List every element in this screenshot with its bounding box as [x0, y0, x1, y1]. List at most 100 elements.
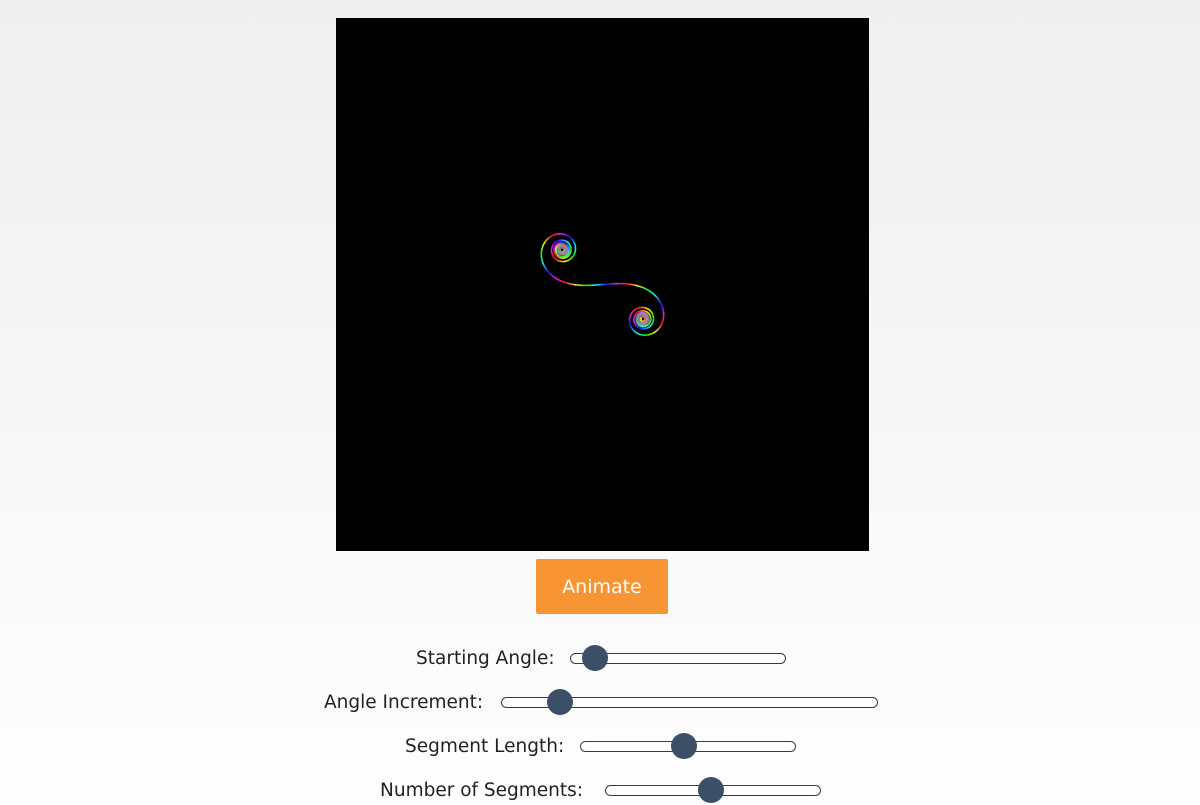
spiral-segment: [635, 321, 638, 324]
spiral-segment: [634, 313, 637, 316]
spiral-segment: [636, 326, 639, 329]
spiral-segment: [647, 326, 650, 329]
drawing-canvas: [336, 18, 869, 551]
spiral-segment: [640, 319, 643, 322]
spiral-segment: [557, 242, 560, 245]
starting-angle-slider-thumb[interactable]: [582, 645, 609, 671]
spiral-segment: [566, 255, 569, 258]
spiral-segment: [553, 276, 556, 279]
spiral-segment: [646, 311, 649, 314]
segment-length-slider-thumb[interactable]: [670, 733, 697, 759]
spiral-segment: [635, 324, 638, 327]
spiral-segment: [565, 240, 567, 243]
spiral-segment: [647, 312, 650, 315]
number-of-segments-slider[interactable]: [605, 777, 821, 803]
spiral-segment: [568, 235, 571, 238]
spiral-segment: [645, 324, 648, 327]
spiral-segment: [543, 264, 546, 267]
spiral-segment: [650, 311, 653, 314]
spiral-segments: [540, 233, 665, 336]
spiral-segment: [633, 314, 636, 317]
spiral-segment: [636, 311, 639, 314]
spiral-segment: [649, 325, 652, 328]
spiral-segment: [566, 243, 569, 246]
spiral-segment: [657, 328, 660, 331]
spiral-segment: [556, 278, 559, 281]
spiral-segment: [656, 329, 659, 332]
spiral-segment: [542, 243, 545, 246]
spiral-segment: [660, 324, 663, 327]
spiral-segment: [557, 243, 560, 246]
spiral-segment: [572, 254, 575, 257]
spiral-segment: [646, 324, 649, 327]
spiral-segment: [648, 313, 651, 316]
number-of-segments-slider-thumb[interactable]: [697, 777, 724, 803]
spiral-segment: [544, 266, 547, 269]
spiral-segment: [652, 331, 655, 334]
spiral-segment: [634, 308, 637, 311]
spiral-segment: [645, 288, 648, 291]
spiral-segment: [636, 325, 638, 328]
spiral-drawing: [540, 233, 665, 336]
spiral-segment: [568, 243, 571, 246]
spiral-segment: [555, 245, 558, 248]
spiral-segment: [568, 253, 571, 256]
angle-increment-label: Angle Increment:: [324, 692, 484, 713]
angle-increment-slider[interactable]: [501, 689, 878, 715]
spiral-segment: [549, 273, 552, 276]
spiral-segment: [566, 253, 569, 256]
spiral-segment: [634, 331, 637, 334]
spiral-segment: [631, 327, 634, 330]
spiral-segment: [553, 242, 556, 245]
spiral-segment: [652, 293, 655, 296]
spiral-segment: [554, 241, 557, 244]
spiral-segment: [643, 319, 646, 321]
starting-angle-slider[interactable]: [570, 645, 786, 671]
spiral-segment: [647, 311, 650, 314]
spiral-segment: [650, 323, 653, 326]
spiral-segment: [566, 255, 568, 258]
spiral-segment: [557, 278, 560, 281]
spiral-segment: [657, 298, 660, 301]
spiral-segment: [646, 288, 649, 291]
spiral-segment: [546, 237, 549, 240]
spiral-segment: [644, 287, 647, 290]
spiral-segment: [547, 271, 550, 274]
spiral-segment: [633, 330, 636, 333]
segment-length-label: Segment Length:: [405, 736, 565, 757]
spiral-segment: [554, 253, 557, 256]
spiral-segment: [551, 274, 554, 277]
spiral-segment: [555, 255, 558, 258]
spiral-segment: [554, 257, 557, 260]
spiral-segment: [658, 326, 661, 329]
spiral-segment: [550, 235, 553, 238]
spiral-segment: [648, 325, 651, 328]
segment-length-slider[interactable]: [580, 733, 796, 759]
spiral-segment: [651, 332, 654, 335]
spiral-segment: [547, 270, 550, 273]
spiral-segment: [544, 267, 547, 270]
spiral-segment: [566, 234, 569, 237]
spiral-segment: [634, 323, 637, 326]
spiral-segment: [569, 252, 572, 255]
spiral-segment: [564, 254, 567, 257]
spiral-segment: [649, 324, 652, 327]
spiral-segment: [647, 289, 650, 292]
spiral-segment: [555, 240, 558, 243]
spiral-segment: [549, 235, 552, 238]
spiral-segment: [557, 254, 560, 257]
spiral-segment: [565, 254, 568, 257]
spiral-segment: [658, 327, 661, 330]
spiral-segment: [633, 309, 636, 312]
angle-increment-slider-thumb[interactable]: [547, 689, 574, 715]
spiral-segment: [545, 268, 548, 271]
spiral-segment: [571, 238, 574, 241]
spiral-segment: [648, 322, 651, 325]
spiral-segment: [570, 256, 573, 259]
spiral-segment: [567, 242, 570, 245]
spiral-segment: [567, 252, 570, 255]
spiral-segment: [554, 244, 557, 247]
spiral-segment: [555, 277, 558, 280]
animate-button[interactable]: Animate: [536, 559, 668, 614]
spiral-segment: [649, 290, 652, 293]
